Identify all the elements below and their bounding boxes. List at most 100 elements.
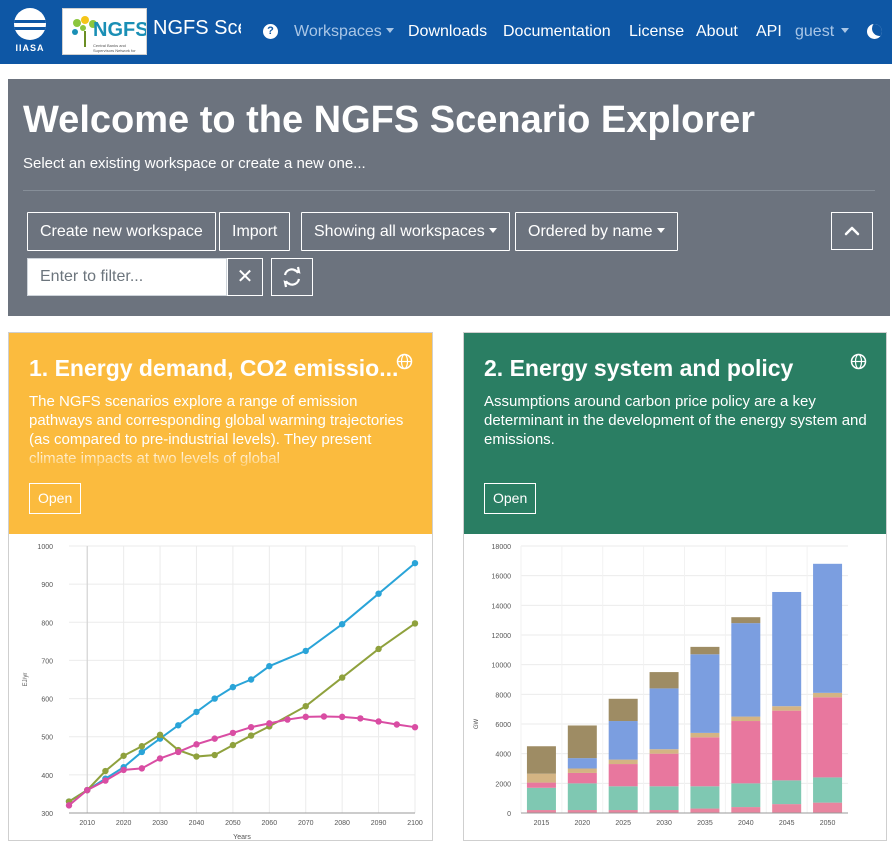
card-title: 1. Energy demand, CO2 emissio... xyxy=(29,355,399,381)
x-tick-label: 2060 xyxy=(262,820,278,827)
data-point xyxy=(138,765,146,772)
data-point xyxy=(338,674,346,681)
y-tick-label: 14000 xyxy=(492,603,512,610)
y-tick-label: 2000 xyxy=(495,781,511,788)
data-point xyxy=(211,751,218,759)
y-tick-label: 500 xyxy=(41,735,53,742)
moon-icon[interactable] xyxy=(867,24,882,39)
bar-segment-1 xyxy=(690,808,720,813)
y-tick-label: 16000 xyxy=(492,574,512,581)
data-point xyxy=(375,645,382,653)
caret-down-icon xyxy=(488,228,497,233)
y-tick-label: 6000 xyxy=(495,722,511,729)
bar-segment-6 xyxy=(608,698,638,722)
question-circle-icon[interactable]: ? xyxy=(263,24,278,39)
y-tick-label: 400 xyxy=(41,773,53,780)
x-tick-label: 2030 xyxy=(152,820,168,827)
workspace-card-2[interactable]: 2. Energy system and policy Assumptions … xyxy=(463,332,887,841)
nav-documentation[interactable]: Documentation xyxy=(503,23,611,41)
open-button[interactable]: Open xyxy=(29,483,82,514)
bar-segment-6 xyxy=(731,617,761,624)
bar-segment-2 xyxy=(649,786,679,811)
x-tick-label: 2070 xyxy=(298,820,314,827)
nav-workspaces-dropdown[interactable]: Workspaces xyxy=(294,23,394,41)
y-axis-label: EJ/yr xyxy=(23,673,29,687)
nav-user-label: guest xyxy=(795,23,835,40)
y-tick-label: 0 xyxy=(507,811,511,818)
chevron-up-icon xyxy=(844,226,860,236)
bar-segment-2 xyxy=(567,783,597,811)
y-tick-label: 12000 xyxy=(492,633,512,640)
clear-filter-button[interactable]: ✕ xyxy=(227,258,263,296)
caret-down-icon xyxy=(656,228,665,233)
y-axis-label: GW xyxy=(474,719,480,730)
data-point xyxy=(138,743,146,750)
showing-workspaces-label: Showing all workspaces xyxy=(314,223,485,240)
collapse-button[interactable] xyxy=(831,212,873,250)
data-point xyxy=(375,590,382,597)
import-button[interactable]: Import xyxy=(219,212,291,251)
ngfs-logo[interactable]: NGFS Central Banks and Supervisors Netwo… xyxy=(62,8,147,55)
data-point xyxy=(120,766,127,774)
x-tick-label: 2045 xyxy=(779,820,795,827)
y-tick-label: 900 xyxy=(41,582,53,589)
bar-segment-4 xyxy=(649,749,679,754)
open-button[interactable]: Open xyxy=(484,483,537,514)
iiasa-logo[interactable]: IIASA xyxy=(10,8,50,56)
y-tick-label: 8000 xyxy=(495,692,511,699)
workspace-card-1[interactable]: 1. Energy demand, CO2 emissio... The NGF… xyxy=(8,332,433,841)
data-point xyxy=(211,695,218,702)
data-point xyxy=(84,786,91,794)
nav-about[interactable]: About xyxy=(696,23,738,41)
refresh-button[interactable] xyxy=(271,258,313,296)
data-point xyxy=(211,735,218,742)
bar-segment-2 xyxy=(526,787,556,811)
globe-icon xyxy=(396,353,413,370)
x-tick-label: 2025 xyxy=(615,820,631,827)
bar-segment-5 xyxy=(813,563,843,693)
data-point xyxy=(138,748,146,756)
ngfs-logo-subtext: Central Banks and Supervisors Network fo… xyxy=(93,43,136,54)
top-navbar: IIASA NGFS Central Banks and Supervisors… xyxy=(0,0,892,64)
data-point xyxy=(266,662,273,670)
data-point xyxy=(247,723,255,731)
bar-segment-5 xyxy=(731,623,761,717)
y-tick-label: 4000 xyxy=(495,752,511,759)
filter-input[interactable]: Enter to filter... xyxy=(27,258,227,296)
bar-segment-5 xyxy=(608,721,638,760)
data-point xyxy=(320,713,328,720)
series-line-3 xyxy=(68,715,416,807)
bar-segment-4 xyxy=(690,732,720,738)
x-tick-label: 2040 xyxy=(189,820,205,827)
data-point xyxy=(266,720,273,727)
showing-workspaces-dropdown[interactable]: Showing all workspaces xyxy=(301,212,510,251)
create-workspace-button[interactable]: Create new workspace xyxy=(27,212,216,251)
nav-downloads[interactable]: Downloads xyxy=(408,23,487,41)
bar-segment-3 xyxy=(772,710,802,781)
x-tick-label: 2050 xyxy=(225,820,241,827)
caret-down-icon xyxy=(385,28,394,33)
nav-api[interactable]: API xyxy=(756,23,782,41)
bar-segment-4 xyxy=(608,759,638,765)
nav-license[interactable]: License xyxy=(629,23,684,41)
brand-title[interactable]: NGFS Scenario Explorer xyxy=(153,17,241,40)
bar-segment-3 xyxy=(649,753,679,787)
bar-segment-3 xyxy=(567,772,597,784)
x-tick-label: 2010 xyxy=(79,820,95,827)
data-point xyxy=(302,713,309,721)
y-tick-label: 300 xyxy=(41,811,53,818)
data-point xyxy=(284,716,291,723)
data-point xyxy=(156,755,164,762)
bar-segment-6 xyxy=(526,746,556,774)
bar-segment-5 xyxy=(772,591,802,707)
data-point xyxy=(175,722,182,729)
nav-user-dropdown[interactable]: guest xyxy=(795,23,850,41)
data-point xyxy=(102,767,109,775)
bar-segment-6 xyxy=(649,672,679,689)
ordered-by-dropdown[interactable]: Ordered by name xyxy=(515,212,678,251)
ordered-by-label: Ordered by name xyxy=(528,223,653,240)
bar-segment-5 xyxy=(690,654,720,733)
x-tick-label: 2100 xyxy=(407,820,423,827)
x-tick-label: 2080 xyxy=(334,820,350,827)
card-description: Assumptions around carbon price policy a… xyxy=(484,393,867,448)
